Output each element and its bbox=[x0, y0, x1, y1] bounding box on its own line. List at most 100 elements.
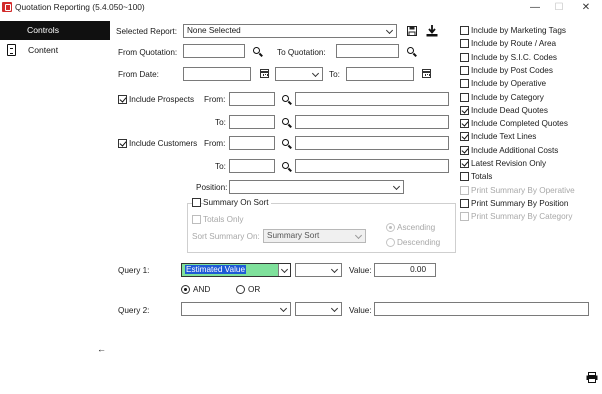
option-latest-revision[interactable]: Latest Revision Only bbox=[460, 158, 602, 171]
query2-label: Query 2: bbox=[118, 306, 150, 315]
sort-summary-select[interactable]: Summary Sort bbox=[263, 229, 366, 243]
query1-field-select[interactable]: Estimated Value bbox=[181, 263, 291, 277]
include-prospects-checkbox[interactable] bbox=[118, 95, 127, 104]
back-arrow-icon[interactable]: ← bbox=[97, 344, 106, 354]
maximize-button[interactable]: ☐ bbox=[548, 1, 570, 14]
option-summary-by-position[interactable]: Print Summary By Position bbox=[460, 198, 602, 211]
option-checkbox[interactable] bbox=[460, 79, 469, 89]
search-icon[interactable] bbox=[282, 162, 289, 169]
customers-from-name-input[interactable] bbox=[295, 136, 449, 150]
nav-item-content-label: Content bbox=[28, 45, 59, 55]
option-label: Include by Operative bbox=[471, 79, 547, 89]
query1-value-input[interactable]: 0.00 bbox=[374, 263, 436, 277]
option-checkbox[interactable] bbox=[460, 198, 469, 208]
date-range-select[interactable] bbox=[275, 67, 323, 81]
include-customers-checkbox[interactable] bbox=[118, 139, 127, 148]
ascending-radio[interactable] bbox=[386, 223, 395, 232]
search-icon[interactable] bbox=[282, 118, 289, 125]
option-route-area[interactable]: Include by Route / Area bbox=[460, 38, 602, 51]
include-customers-label: Include Customers bbox=[129, 139, 198, 148]
ascending-label: Ascending bbox=[397, 223, 436, 232]
option-text-lines[interactable]: Include Text Lines bbox=[460, 131, 602, 144]
to-quotation-input[interactable] bbox=[336, 44, 399, 58]
option-checkbox[interactable] bbox=[460, 185, 469, 195]
search-icon[interactable] bbox=[253, 47, 260, 54]
option-label: Include by S.I.C. Codes bbox=[471, 52, 558, 62]
option-checkbox[interactable] bbox=[460, 52, 469, 62]
calendar-icon[interactable] bbox=[422, 69, 431, 78]
option-label: Include by Post Codes bbox=[471, 65, 553, 75]
from-date-input[interactable] bbox=[183, 67, 251, 81]
totals-only-checkbox[interactable] bbox=[192, 215, 201, 224]
from-quotation-input[interactable] bbox=[183, 44, 245, 58]
prospects-from-code-input[interactable] bbox=[229, 92, 275, 106]
prospects-to-code-input[interactable] bbox=[229, 115, 275, 129]
window-title: Quotation Reporting (5.4.050~100) bbox=[15, 2, 145, 12]
option-label: Print Summary By Category bbox=[471, 212, 573, 222]
option-summary-by-operative[interactable]: Print Summary By Operative bbox=[460, 185, 602, 198]
option-dead-quotes[interactable]: Include Dead Quotes bbox=[460, 105, 602, 118]
option-checkbox[interactable] bbox=[460, 26, 469, 35]
nav-item-content[interactable]: Content bbox=[0, 41, 110, 60]
query2-value-input[interactable] bbox=[374, 302, 589, 316]
or-radio[interactable] bbox=[236, 285, 245, 294]
query2-field-select[interactable] bbox=[181, 302, 291, 316]
save-icon[interactable] bbox=[407, 26, 417, 36]
chevron-down-icon bbox=[391, 181, 403, 193]
calendar-icon[interactable] bbox=[260, 69, 269, 78]
summary-on-sort-checkbox[interactable] bbox=[192, 198, 201, 207]
totals-only-label: Totals Only bbox=[203, 215, 244, 224]
option-checkbox[interactable] bbox=[460, 119, 469, 129]
query1-operator-select[interactable] bbox=[295, 263, 342, 277]
option-sic-codes[interactable]: Include by S.I.C. Codes bbox=[460, 52, 602, 65]
option-checkbox[interactable] bbox=[460, 105, 469, 115]
option-additional-costs[interactable]: Include Additional Costs bbox=[460, 145, 602, 158]
printer-icon[interactable] bbox=[586, 372, 598, 383]
descending-radio[interactable] bbox=[386, 238, 395, 247]
option-checkbox[interactable] bbox=[460, 132, 469, 142]
option-checkbox[interactable] bbox=[460, 65, 469, 75]
customers-to-name-input[interactable] bbox=[295, 159, 449, 173]
prospects-to-name-input[interactable] bbox=[295, 115, 449, 129]
sort-summary-value: Summary Sort bbox=[267, 231, 320, 240]
query2-value-label: Value: bbox=[349, 306, 372, 315]
option-totals[interactable]: Totals bbox=[460, 171, 602, 184]
minimize-button[interactable]: — bbox=[524, 1, 546, 14]
search-icon[interactable] bbox=[282, 139, 289, 146]
chevron-down-icon bbox=[310, 68, 322, 80]
option-label: Include Dead Quotes bbox=[471, 105, 548, 115]
customers-from-code-input[interactable] bbox=[229, 136, 275, 150]
option-checkbox[interactable] bbox=[460, 172, 469, 182]
app-icon bbox=[2, 2, 12, 12]
option-checkbox[interactable] bbox=[460, 39, 469, 49]
prospects-to-label: To: bbox=[215, 118, 226, 127]
option-checkbox[interactable] bbox=[460, 159, 469, 168]
option-label: Print Summary By Operative bbox=[471, 185, 575, 195]
option-label: Include by Category bbox=[471, 92, 544, 102]
query2-operator-select[interactable] bbox=[295, 302, 342, 316]
to-date-input[interactable] bbox=[346, 67, 414, 81]
option-checkbox[interactable] bbox=[460, 145, 469, 155]
option-checkbox[interactable] bbox=[460, 212, 469, 222]
search-icon[interactable] bbox=[407, 47, 414, 54]
search-icon[interactable] bbox=[282, 95, 289, 102]
option-checkbox[interactable] bbox=[460, 92, 469, 102]
option-operative[interactable]: Include by Operative bbox=[460, 78, 602, 91]
option-completed-quotes[interactable]: Include Completed Quotes bbox=[460, 118, 602, 131]
prospects-from-label: From: bbox=[204, 95, 226, 104]
position-select[interactable] bbox=[229, 180, 404, 194]
download-icon[interactable] bbox=[426, 25, 438, 37]
close-button[interactable]: ✕ bbox=[575, 1, 597, 14]
sidebar: Controls Content bbox=[0, 17, 110, 394]
customers-to-code-input[interactable] bbox=[229, 159, 275, 173]
customers-from-label: From: bbox=[204, 139, 226, 148]
and-radio[interactable] bbox=[181, 285, 190, 294]
nav-item-controls[interactable]: Controls bbox=[0, 21, 110, 40]
option-post-codes[interactable]: Include by Post Codes bbox=[460, 65, 602, 78]
option-category[interactable]: Include by Category bbox=[460, 92, 602, 105]
prospects-from-name-input[interactable] bbox=[295, 92, 449, 106]
selected-report-select[interactable]: None Selected bbox=[183, 24, 397, 38]
option-summary-by-category[interactable]: Print Summary By Category bbox=[460, 211, 602, 224]
option-marketing-tags[interactable]: Include by Marketing Tags bbox=[460, 25, 602, 38]
option-label: Include by Marketing Tags bbox=[471, 26, 566, 35]
